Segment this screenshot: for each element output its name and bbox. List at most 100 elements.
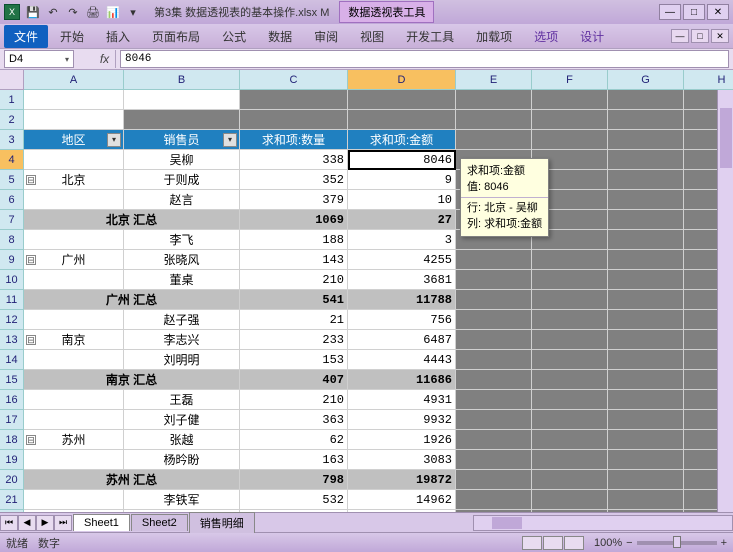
qat-save-button[interactable]: 💾 — [24, 3, 42, 21]
region-cell[interactable]: 苏州⊟ — [24, 430, 124, 450]
cell[interactable] — [456, 490, 532, 510]
qty-cell[interactable]: 153 — [240, 350, 348, 370]
qty-cell[interactable]: 210 — [240, 270, 348, 290]
cell[interactable] — [608, 350, 684, 370]
col-header-B[interactable]: B — [124, 70, 240, 90]
cell[interactable] — [532, 410, 608, 430]
cell[interactable] — [348, 110, 456, 130]
cell[interactable] — [532, 390, 608, 410]
tab-dev[interactable]: 开发工具 — [396, 25, 464, 48]
region-cell[interactable]: 广州⊟ — [24, 250, 124, 270]
sales-cell[interactable]: 刘明明 — [124, 350, 240, 370]
amt-cell[interactable]: 4443 — [348, 350, 456, 370]
maximize-button[interactable]: □ — [683, 4, 705, 20]
sales-cell[interactable]: 于则成 — [124, 170, 240, 190]
sales-cell[interactable]: 刘子健 — [124, 410, 240, 430]
select-all-corner[interactable] — [0, 70, 24, 90]
subtotal-label[interactable]: 苏州 汇总 — [24, 470, 240, 490]
qty-cell[interactable]: 143 — [240, 250, 348, 270]
cell[interactable] — [240, 110, 348, 130]
cell[interactable] — [456, 130, 532, 150]
cell[interactable] — [608, 250, 684, 270]
cell[interactable] — [532, 130, 608, 150]
cell[interactable] — [608, 450, 684, 470]
qty-cell[interactable]: 210 — [240, 390, 348, 410]
cell[interactable] — [608, 230, 684, 250]
cell[interactable] — [240, 90, 348, 110]
cell[interactable] — [608, 110, 684, 130]
amt-cell[interactable]: 3681 — [348, 270, 456, 290]
cell[interactable] — [456, 370, 532, 390]
cell[interactable] — [532, 110, 608, 130]
cell[interactable] — [608, 210, 684, 230]
sheet-tab-2[interactable]: Sheet2 — [131, 514, 188, 531]
qty-cell[interactable]: 188 — [240, 230, 348, 250]
row-header-11[interactable]: 11 — [0, 290, 24, 310]
cell[interactable] — [456, 90, 532, 110]
sheet-tab-3[interactable]: 销售明细 — [189, 512, 255, 533]
row-header-2[interactable]: 2 — [0, 110, 24, 130]
region-cell[interactable] — [24, 490, 124, 510]
region-cell[interactable] — [24, 270, 124, 290]
cell[interactable] — [24, 90, 124, 110]
amt-cell[interactable]: 10 — [348, 190, 456, 210]
region-cell[interactable] — [24, 410, 124, 430]
row-header-12[interactable]: 12 — [0, 310, 24, 330]
cell[interactable] — [608, 290, 684, 310]
cell[interactable] — [532, 90, 608, 110]
sheet-next-button[interactable]: ▶ — [36, 515, 54, 531]
cell[interactable] — [608, 390, 684, 410]
col-header-C[interactable]: C — [240, 70, 348, 90]
collapse-icon[interactable]: ⊟ — [26, 335, 36, 345]
amt-cell[interactable]: 6487 — [348, 330, 456, 350]
cell[interactable] — [456, 450, 532, 470]
qat-undo-button[interactable]: ↶ — [44, 3, 62, 21]
cell[interactable] — [608, 490, 684, 510]
cell[interactable] — [532, 290, 608, 310]
sales-cell[interactable]: 李志兴 — [124, 330, 240, 350]
region-cell[interactable] — [24, 390, 124, 410]
view-break-button[interactable] — [564, 536, 584, 550]
row-header-20[interactable]: 20 — [0, 470, 24, 490]
row-header-14[interactable]: 14 — [0, 350, 24, 370]
row-header-9[interactable]: 9 — [0, 250, 24, 270]
row-header-16[interactable]: 16 — [0, 390, 24, 410]
cell[interactable] — [456, 110, 532, 130]
subtotal-qty[interactable]: 798 — [240, 470, 348, 490]
region-cell[interactable] — [24, 310, 124, 330]
cell[interactable] — [456, 330, 532, 350]
row-header-7[interactable]: 7 — [0, 210, 24, 230]
minimize-button[interactable]: — — [659, 4, 681, 20]
cell[interactable] — [456, 470, 532, 490]
tab-insert[interactable]: 插入 — [96, 25, 140, 48]
region-cell[interactable] — [24, 190, 124, 210]
zoom-in-button[interactable]: + — [721, 537, 727, 549]
row-header-18[interactable]: 18 — [0, 430, 24, 450]
amt-cell[interactable]: 14962 — [348, 490, 456, 510]
pivot-header-region[interactable]: 地区▾ — [24, 130, 124, 150]
sales-cell[interactable]: 赵言 — [124, 190, 240, 210]
cell[interactable] — [532, 330, 608, 350]
vscroll-thumb[interactable] — [720, 108, 732, 168]
pivot-header-amt[interactable]: 求和项:金额 — [348, 130, 456, 150]
qty-cell[interactable]: 21 — [240, 310, 348, 330]
collapse-icon[interactable]: ⊟ — [26, 255, 36, 265]
cell[interactable] — [456, 250, 532, 270]
filter-dropdown-icon[interactable]: ▾ — [223, 133, 237, 147]
qat-chart-button[interactable]: 📊 — [104, 3, 122, 21]
sheet-tab-1[interactable]: Sheet1 — [73, 514, 130, 531]
qty-cell[interactable]: 163 — [240, 450, 348, 470]
qty-cell[interactable]: 62 — [240, 430, 348, 450]
cell[interactable] — [608, 130, 684, 150]
amt-cell[interactable]: 756 — [348, 310, 456, 330]
sales-cell[interactable]: 李铁军 — [124, 490, 240, 510]
tab-options[interactable]: 选项 — [524, 25, 568, 48]
cell[interactable] — [532, 350, 608, 370]
view-layout-button[interactable] — [543, 536, 563, 550]
row-header-5[interactable]: 5 — [0, 170, 24, 190]
cell[interactable] — [348, 90, 456, 110]
cell[interactable] — [608, 430, 684, 450]
zoom-slider[interactable] — [637, 541, 717, 545]
amt-cell[interactable]: 9932 — [348, 410, 456, 430]
cell[interactable] — [532, 490, 608, 510]
